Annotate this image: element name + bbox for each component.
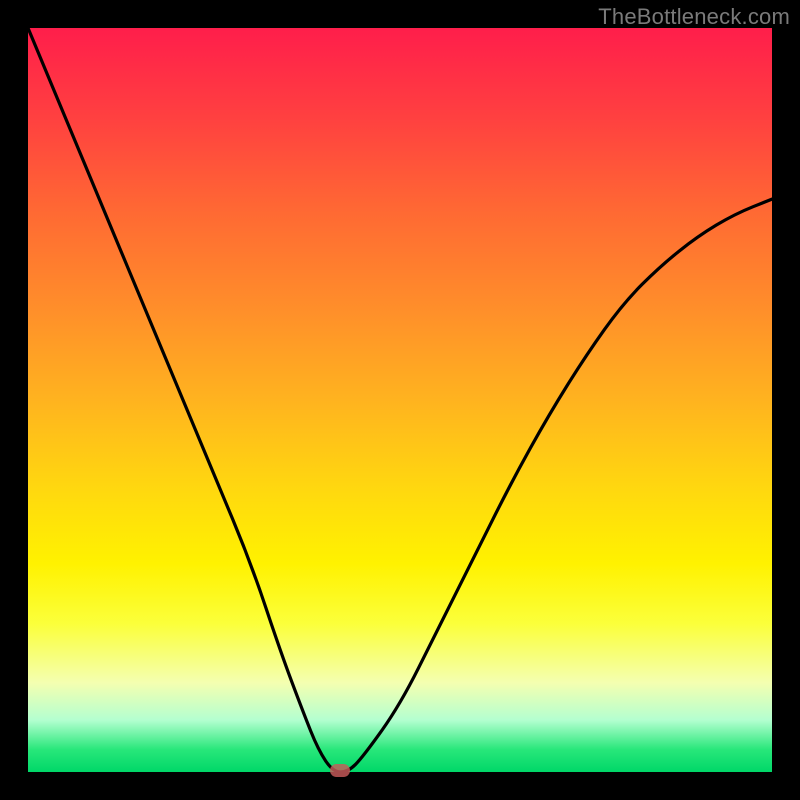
plot-area xyxy=(28,28,772,772)
chart-frame: TheBottleneck.com xyxy=(0,0,800,800)
bottleneck-curve xyxy=(28,28,772,772)
watermark-text: TheBottleneck.com xyxy=(598,4,790,30)
optimal-point-marker xyxy=(330,764,350,777)
